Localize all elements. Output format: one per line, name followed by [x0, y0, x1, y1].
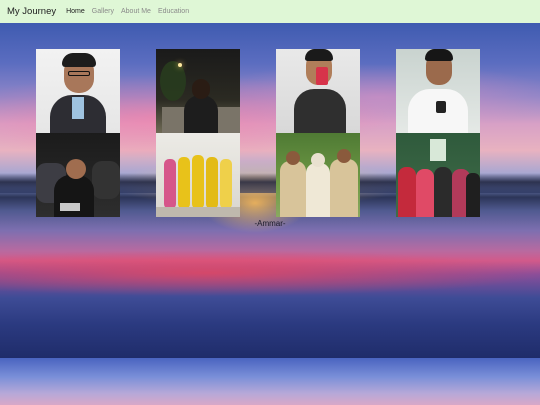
photo-hijab-group[interactable]: [396, 133, 480, 217]
photo-family-yellow[interactable]: [156, 133, 240, 217]
nav-education[interactable]: Education: [158, 8, 189, 15]
photo-portrait-glasses[interactable]: [36, 49, 120, 133]
gallery-caption: -Ammar-: [254, 219, 286, 228]
water-reflection: [0, 248, 540, 298]
photo-white-shirt[interactable]: [396, 49, 480, 133]
brand-link[interactable]: My Journey: [7, 6, 56, 17]
navbar: My Journey Home Gallery About Me Educati…: [0, 0, 540, 23]
photo-mirror-selfie[interactable]: [276, 49, 360, 133]
photo-night-street[interactable]: [156, 49, 240, 133]
photo-gallery: [36, 49, 481, 217]
photo-couple-garden[interactable]: [276, 133, 360, 217]
nav-gallery[interactable]: Gallery: [92, 8, 114, 15]
photo-motorcycle-group[interactable]: [36, 133, 120, 217]
background-sky-repeat: [0, 358, 540, 405]
nav-about-me[interactable]: About Me: [121, 8, 151, 15]
nav-home[interactable]: Home: [66, 8, 85, 15]
